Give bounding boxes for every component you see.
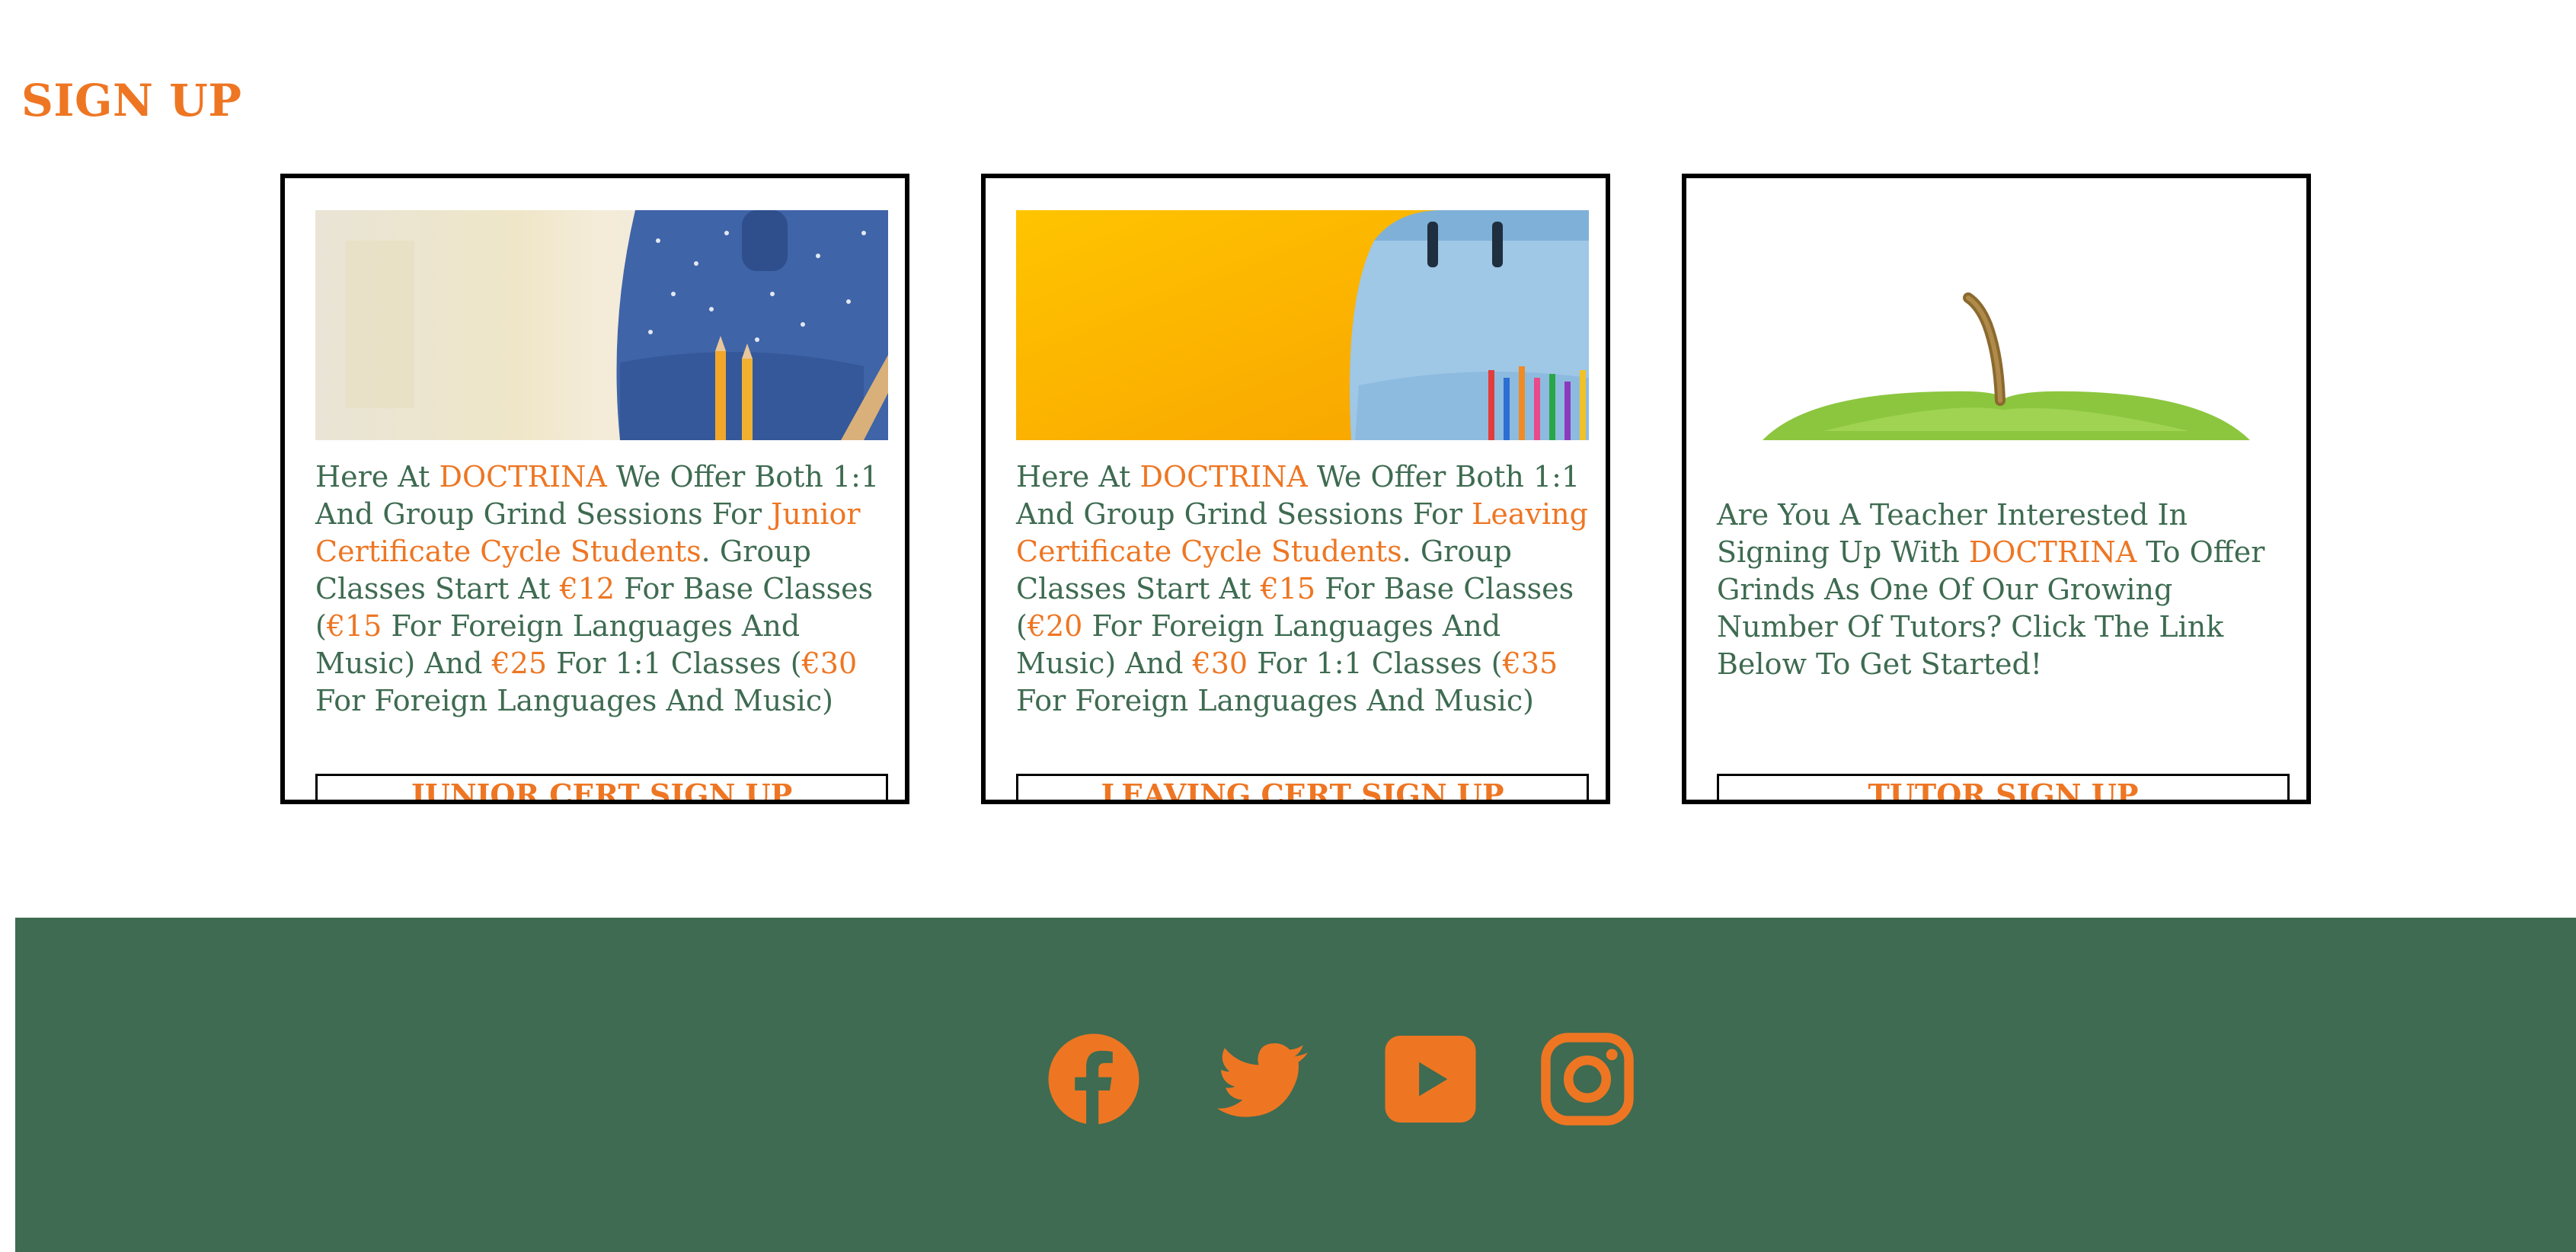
- card-description: Are You A Teacher Interested In Signing …: [1717, 498, 2265, 681]
- tutor-card: Are You A Teacher Interested In Signing …: [1682, 174, 2311, 804]
- page-title: SIGN UP: [21, 75, 242, 126]
- leaving-cert-card: Here At DOCTRINA We Offer Both 1:1 And G…: [981, 174, 1610, 804]
- card-image-tutor: [1717, 210, 2290, 440]
- price-languages: €15: [326, 609, 382, 643]
- youtube-icon[interactable]: [1383, 1032, 1478, 1126]
- brand-name: DOCTRINA: [439, 460, 607, 493]
- instagram-icon[interactable]: [1540, 1032, 1635, 1126]
- brand-name: DOCTRINA: [1139, 460, 1308, 493]
- brand-name: DOCTRINA: [1968, 535, 2137, 569]
- price-one-to-one: €30: [1192, 647, 1248, 680]
- card-description: Here At DOCTRINA We Offer Both 1:1 And G…: [1016, 460, 1588, 717]
- junior-cert-card: Here At DOCTRINA We Offer Both 1:1 And G…: [280, 174, 909, 804]
- junior-cert-signup-button[interactable]: JUNIOR CERT SIGN UP: [315, 774, 888, 800]
- card-description: Here At DOCTRINA We Offer Both 1:1 And G…: [315, 460, 880, 717]
- price-one-to-one: €25: [491, 647, 548, 680]
- facebook-icon[interactable]: [1047, 1032, 1141, 1126]
- leaving-cert-signup-button[interactable]: LEAVING CERT SIGN UP: [1016, 774, 1589, 800]
- card-image-junior: [315, 210, 888, 440]
- price-one-to-one-languages: €35: [1502, 647, 1558, 680]
- price-base: €15: [1260, 572, 1316, 605]
- price-one-to-one-languages: €30: [801, 647, 858, 680]
- tutor-signup-button[interactable]: TUTOR SIGN UP: [1717, 774, 2290, 800]
- twitter-icon[interactable]: [1217, 1032, 1312, 1126]
- card-image-leaving: [1016, 210, 1589, 440]
- price-languages: €20: [1027, 609, 1083, 643]
- price-base: €12: [559, 572, 615, 605]
